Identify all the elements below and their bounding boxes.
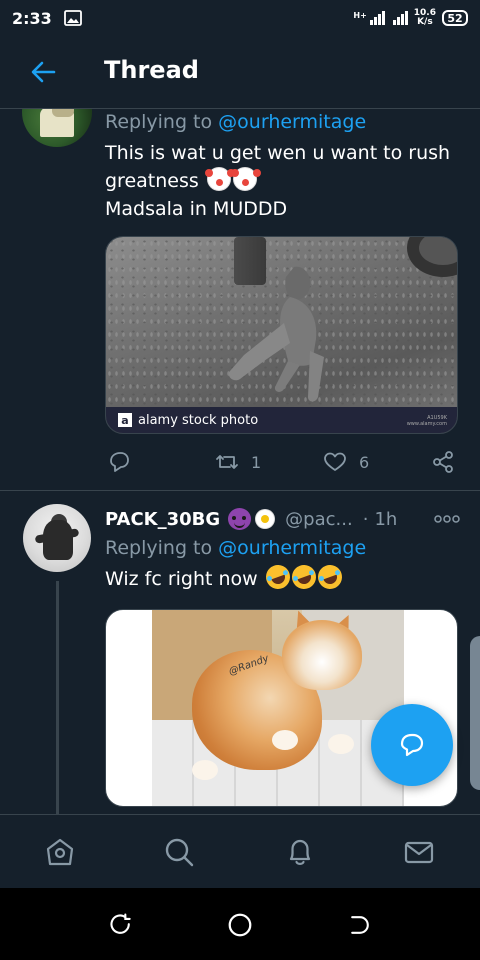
nav-home[interactable] xyxy=(43,835,77,869)
battery-level: 52 xyxy=(447,11,463,25)
mud-person xyxy=(228,266,324,402)
back-icon xyxy=(351,916,369,934)
notifications-icon xyxy=(289,839,311,865)
user-handle[interactable]: @pac... xyxy=(285,509,353,530)
page-title: Thread xyxy=(104,56,199,84)
share-icon xyxy=(433,451,453,473)
like-count: 6 xyxy=(359,452,370,472)
time-separator: · xyxy=(362,508,369,530)
replying-to-handle[interactable]: @ourhermitage xyxy=(218,111,366,133)
share-button[interactable] xyxy=(431,450,455,474)
rofl-emoji-icon xyxy=(314,561,346,593)
watermark-text: alamy stock photo xyxy=(138,412,259,428)
arrow-left-icon[interactable] xyxy=(30,60,56,84)
network-type: H+ xyxy=(353,11,367,20)
home-icon xyxy=(46,838,74,866)
recents-icon xyxy=(110,913,131,934)
rofl-emoji-icon xyxy=(262,561,294,593)
nav-messages[interactable] xyxy=(402,835,436,869)
tweet-text: Wiz fc right now xyxy=(105,561,465,593)
tweet-text-line: greatness xyxy=(105,167,465,195)
reply-button[interactable] xyxy=(107,450,131,474)
back-button[interactable] xyxy=(345,910,375,940)
network-speed-unit: K/s xyxy=(417,17,433,27)
tweet-text-line: Wiz fc right now xyxy=(105,568,258,590)
tweet-text: This is wat u get wen u want to rush gre… xyxy=(105,139,465,223)
status-bar: 2:33 H+ 10.6 K/s 52 xyxy=(0,0,480,36)
system-navigation-bar xyxy=(0,888,480,960)
tweet-divider xyxy=(0,490,480,491)
tweet-text-line: Madsala in MUDDD xyxy=(105,198,288,220)
nav-notifications[interactable] xyxy=(283,835,317,869)
scrollbar[interactable] xyxy=(470,636,480,790)
thread-header: Thread xyxy=(0,36,480,109)
home-circle-icon xyxy=(228,913,252,937)
retweet-count: 1 xyxy=(251,452,262,472)
signal-strength-icon: H+ xyxy=(353,11,408,25)
avatar[interactable] xyxy=(23,504,91,572)
replying-to: Replying to @ourhermitage xyxy=(105,537,366,559)
watermark-caption: A1U59K www.alamy.com xyxy=(406,415,447,427)
replying-to-label: Replying to xyxy=(105,537,213,559)
reply-bubble-icon xyxy=(400,733,424,757)
battery-icon: 52 xyxy=(442,10,468,26)
rofl-emoji-icon xyxy=(288,561,320,593)
tweet-image[interactable]: a alamy stock photo A1U59K www.alamy.com xyxy=(105,236,458,434)
tweet-header: PACK_30BG @pac... · 1h xyxy=(105,506,460,532)
compose-reply-button[interactable] xyxy=(371,704,453,786)
like-button[interactable]: 6 xyxy=(323,450,369,474)
retweet-icon xyxy=(216,455,238,469)
nav-search[interactable] xyxy=(162,835,196,869)
reply-icon xyxy=(110,452,129,472)
replying-to-handle[interactable]: @ourhermitage xyxy=(218,537,366,559)
clown-face-icon xyxy=(230,167,257,191)
more-options-icon[interactable] xyxy=(434,514,460,524)
status-time: 2:33 xyxy=(12,8,52,28)
network-speed: 10.6 K/s xyxy=(414,9,436,27)
replying-to-label: Replying to xyxy=(105,111,213,133)
blossom-icon xyxy=(255,509,275,529)
search-icon xyxy=(165,838,194,867)
thread-connector-line xyxy=(56,581,59,814)
tweet-text-line: This is wat u get wen u want to rush xyxy=(105,142,451,164)
gallery-notification-icon xyxy=(63,10,82,26)
smiling-face-with-horns-icon xyxy=(228,508,252,530)
messages-icon xyxy=(404,841,434,864)
recents-button[interactable] xyxy=(106,910,136,940)
replying-to: Replying to @ourhermitage xyxy=(105,111,366,133)
home-button[interactable] xyxy=(225,910,255,940)
watermark-bar: a alamy stock photo A1U59K www.alamy.com xyxy=(106,407,457,433)
tweet-time: 1h xyxy=(374,508,398,530)
avatar[interactable] xyxy=(22,109,92,147)
clown-face-icon xyxy=(204,167,231,191)
heart-icon xyxy=(324,452,346,471)
retweet-button[interactable]: 1 xyxy=(215,450,261,474)
bottom-navigation xyxy=(0,814,480,888)
tweet-actions: 1 6 xyxy=(105,450,458,476)
alamy-logo: a xyxy=(118,413,132,427)
display-name[interactable]: PACK_30BG xyxy=(105,509,220,530)
cat-photo: @Randy xyxy=(152,610,404,806)
